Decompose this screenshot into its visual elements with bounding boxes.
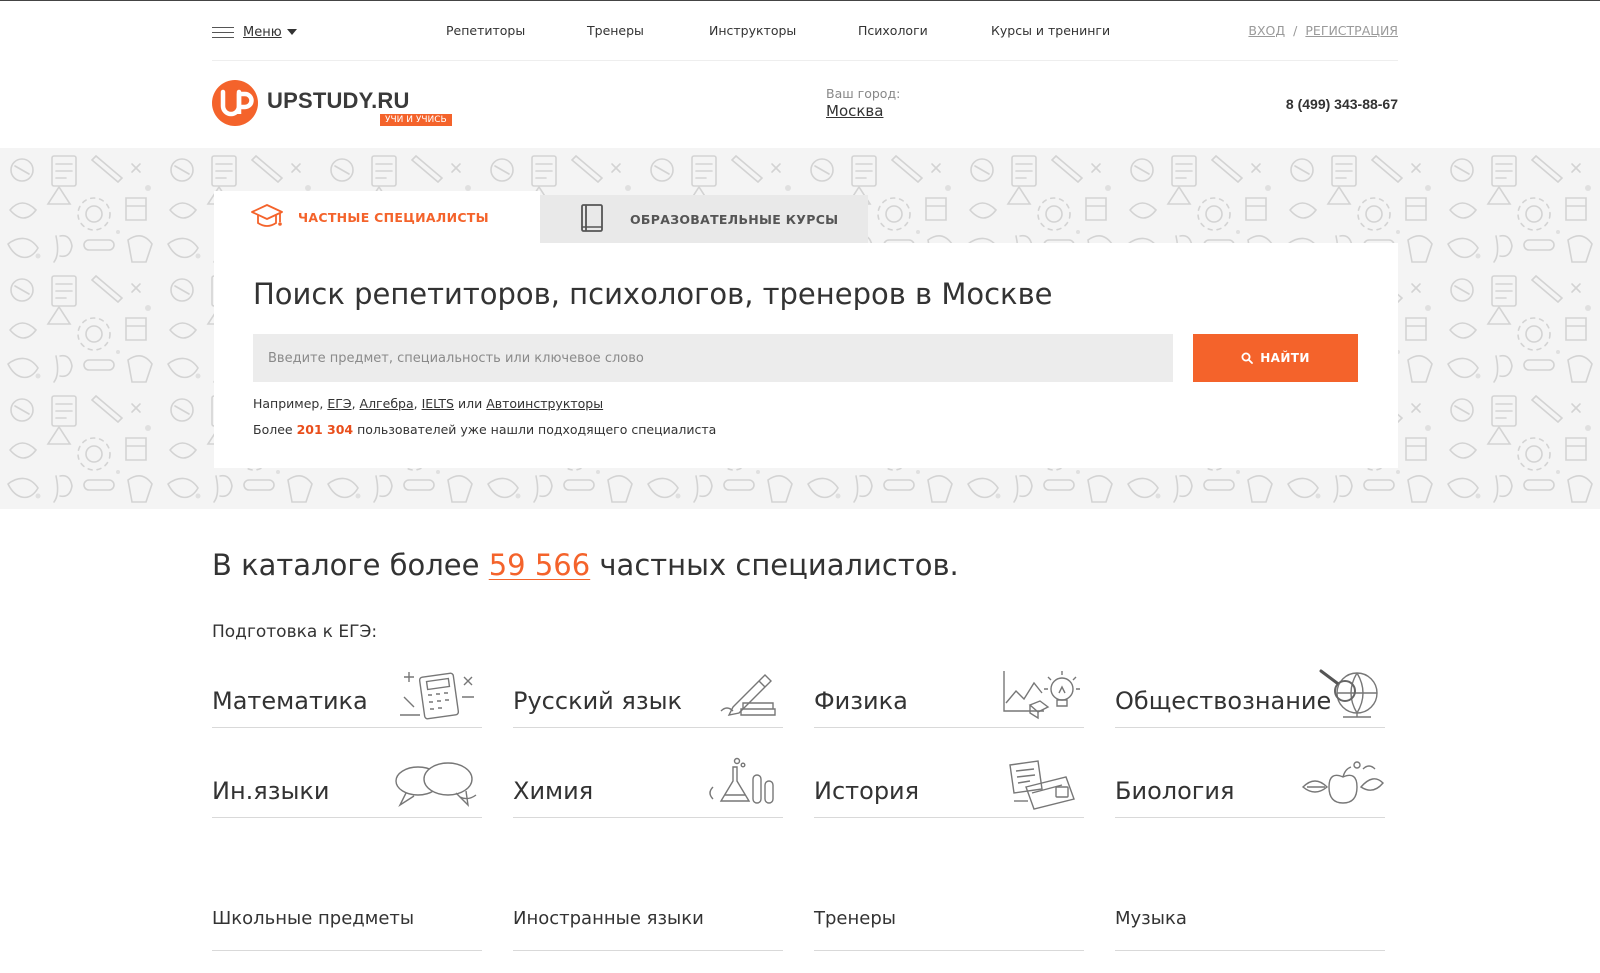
subject-label: Биология <box>1115 777 1235 805</box>
tab-label: ОБРАЗОВАТЕЛЬНЫЕ КУРСЫ <box>630 211 839 227</box>
category-music: Музыка <box>1115 905 1385 951</box>
example-link-algebra[interactable]: Алгебра <box>360 396 414 411</box>
subject-label: Обществознание <box>1115 687 1332 715</box>
catalog-heading-suffix: частных специалистов. <box>599 548 959 582</box>
subject-physics[interactable]: Физика <box>814 670 1084 728</box>
catalog-heading: В каталоге более 59 566 частных специали… <box>212 548 959 582</box>
category-school-subjects: Школьные предметы <box>212 905 482 951</box>
search-examples: Например, ЕГЭ, Алгебра, IELTS или Автоин… <box>253 396 604 411</box>
city-selector: Ваш город: Москва <box>826 86 900 120</box>
catalog-heading-prefix: В каталоге более <box>212 548 480 582</box>
flasks-icon <box>709 757 774 804</box>
examples-or: или <box>457 396 483 411</box>
search-input[interactable] <box>253 334 1173 382</box>
auth-separator: / <box>1293 23 1298 38</box>
nav-link-trainers[interactable]: Тренеры <box>587 23 644 38</box>
subject-label: Ин.языки <box>212 777 330 805</box>
catalog-count-link[interactable]: 59 566 <box>489 548 590 582</box>
example-link-driving[interactable]: Автоинструкторы <box>486 396 603 411</box>
menu-label: Меню <box>243 24 282 40</box>
tab-educational-courses[interactable]: ОБРАЗОВАТЕЛЬНЫЕ КУРСЫ <box>540 195 868 243</box>
subject-russian[interactable]: Русский язык <box>513 670 783 728</box>
speech-bubbles-icon <box>395 762 477 807</box>
subject-foreign-languages[interactable]: Ин.языки <box>212 760 482 818</box>
subject-label: История <box>814 777 920 805</box>
category-title[interactable]: Музыка <box>1115 908 1187 929</box>
category-title[interactable]: Школьные предметы <box>212 908 414 929</box>
site-logo[interactable]: UPSTUDY.RU УЧИ И УЧИСЬ <box>212 80 462 130</box>
logo-tagline: УЧИ И УЧИСЬ <box>380 114 452 126</box>
logo-name: UPSTUDY.RU <box>267 88 410 113</box>
examples-prefix: Например, <box>253 396 324 411</box>
top-nav: Меню Репетиторы Тренеры Инструкторы Псих… <box>212 0 1398 61</box>
search-button[interactable]: НАЙТИ <box>1193 334 1358 382</box>
users-prefix: Более <box>253 422 293 437</box>
logo-mark-icon <box>212 80 258 126</box>
example-link-ege[interactable]: ЕГЭ <box>327 396 351 411</box>
users-found-text: Более 201 304 пользователей уже нашли по… <box>253 422 716 437</box>
auth-links: ВХОД / РЕГИСТРАЦИЯ <box>1248 23 1398 38</box>
apple-leaves-icon <box>1301 761 1384 804</box>
category-foreign-languages: Иностранные языки <box>513 905 783 951</box>
login-link[interactable]: ВХОД <box>1248 23 1285 38</box>
menu-button[interactable]: Меню <box>212 22 297 42</box>
books-notes-icon <box>1009 760 1075 810</box>
nav-link-courses[interactable]: Курсы и тренинги <box>991 23 1110 38</box>
search-tabs: ЧАСТНЫЕ СПЕЦИАЛИСТЫ ОБРАЗОВАТЕЛЬНЫЕ КУРС… <box>214 191 868 243</box>
calculator-icon <box>400 672 474 720</box>
category-title[interactable]: Тренеры <box>814 908 896 929</box>
example-link-ielts[interactable]: IELTS <box>422 396 454 411</box>
category-title[interactable]: Иностранные языки <box>513 908 704 929</box>
subject-biology[interactable]: Биология <box>1115 760 1385 818</box>
register-link[interactable]: РЕГИСТРАЦИЯ <box>1305 23 1398 38</box>
tab-private-specialists[interactable]: ЧАСТНЫЕ СПЕЦИАЛИСТЫ <box>214 191 540 243</box>
city-value[interactable]: Москва <box>826 102 883 120</box>
users-suffix: пользователей уже нашли подходящего спец… <box>357 422 717 437</box>
caret-down-icon <box>286 29 297 35</box>
subject-history[interactable]: История <box>814 760 1084 818</box>
search-card: Поиск репетиторов, психологов, тренеров … <box>214 243 1398 468</box>
lightbulb-graph-icon <box>1003 671 1080 720</box>
subject-social-studies[interactable]: Обществознание <box>1115 669 1385 728</box>
users-count: 201 304 <box>296 422 354 437</box>
search-button-label: НАЙТИ <box>1260 351 1310 365</box>
category-trainers: Тренеры <box>814 905 1084 951</box>
nav-link-psychologists[interactable]: Психологи <box>858 23 928 38</box>
subject-label: Химия <box>513 777 594 805</box>
search-title: Поиск репетиторов, психологов, тренеров … <box>253 277 1053 311</box>
phone-number: 8 (499) 343-88-67 <box>1285 96 1398 112</box>
subject-math[interactable]: Математика <box>212 670 482 728</box>
subject-label: Русский язык <box>513 687 683 715</box>
nav-link-instructors[interactable]: Инструкторы <box>709 23 796 38</box>
subject-label: Физика <box>814 687 908 715</box>
pen-books-icon <box>720 674 776 716</box>
subject-label: Математика <box>212 687 368 715</box>
graduation-cap-icon <box>251 204 283 227</box>
hamburger-icon <box>212 26 234 38</box>
subject-chemistry[interactable]: Химия <box>513 757 783 818</box>
search-icon <box>1241 352 1254 364</box>
ege-section-label: Подготовка к ЕГЭ: <box>212 622 378 642</box>
tab-label: ЧАСТНЫЕ СПЕЦИАЛИСТЫ <box>298 209 489 225</box>
book-icon <box>581 204 603 232</box>
nav-link-tutors[interactable]: Репетиторы <box>446 23 525 38</box>
globe-magnifier-icon <box>1319 669 1378 718</box>
city-label: Ваш город: <box>826 86 901 101</box>
